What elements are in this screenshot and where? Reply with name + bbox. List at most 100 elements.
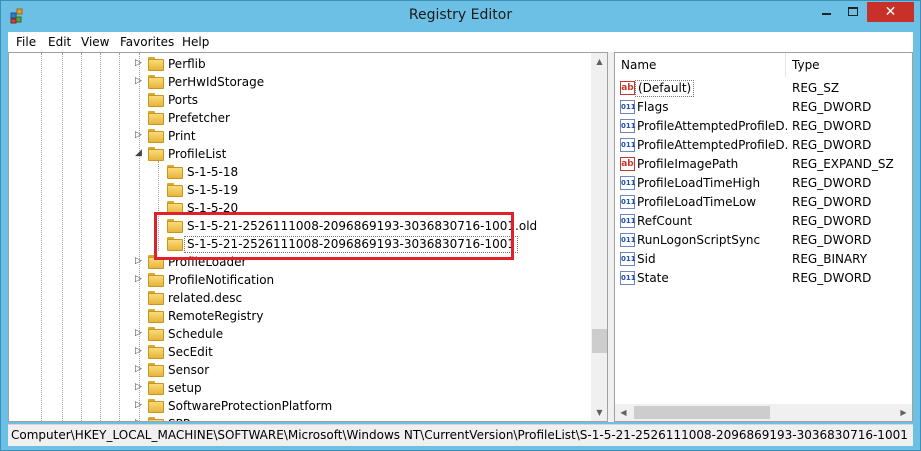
column-header-type[interactable]: Type [786,53,912,77]
tree-item[interactable]: ▷ SPP [9,415,591,422]
value-type: REG_SZ [792,81,840,95]
tree-item[interactable]: Ports [9,91,591,109]
expand-arrow-icon[interactable] [134,185,143,194]
menu-edit[interactable]: Edit [48,35,71,49]
tree-item[interactable]: ▷ Sensor [9,361,591,379]
expand-arrow-icon[interactable]: ▷ [134,383,143,392]
column-header-name[interactable]: Name [615,53,786,77]
value-row[interactable]: 011 RunLogonScriptSync REG_DWORD [615,231,912,250]
expand-arrow-icon[interactable] [134,221,143,230]
value-name[interactable]: ProfileAttemptedProfileD... [637,138,787,152]
expand-arrow-icon[interactable]: ▷ [134,365,143,374]
tree-item-label[interactable]: Perflib [168,57,206,71]
expand-arrow-icon[interactable] [134,239,143,248]
tree-item-label[interactable]: PerHwIdStorage [168,75,264,89]
value-name[interactable]: (Default) [635,80,695,97]
expand-arrow-icon[interactable] [134,203,143,212]
values-list-pane[interactable]: Name Type ab (Default) REG_SZ 011 Flags REG_D… [614,52,913,422]
expand-arrow-icon[interactable]: ▷ [134,347,143,356]
tree-item-label[interactable]: SecEdit [168,345,213,359]
value-row[interactable]: 011 Flags REG_DWORD [615,98,912,117]
tree-item-label[interactable]: ProfileNotification [168,273,274,287]
expand-arrow-icon[interactable] [134,95,143,104]
value-row[interactable]: 011 State REG_DWORD [615,269,912,288]
value-row[interactable]: 011 ProfileLoadTimeLow REG_DWORD [615,193,912,212]
expand-arrow-icon[interactable]: ▷ [134,275,143,284]
tree-item-label[interactable]: Schedule [168,327,223,341]
expand-arrow-icon[interactable] [134,167,143,176]
value-row[interactable]: ab (Default) REG_SZ [615,79,912,98]
collapse-arrow-icon[interactable]: ◢ [134,149,143,158]
expand-arrow-icon[interactable]: ▷ [134,131,143,140]
expand-arrow-icon[interactable]: ▷ [134,257,143,266]
scroll-right-icon[interactable]: ▶ [895,404,912,421]
tree-item-label[interactable]: SPP [168,417,190,421]
expand-arrow-icon[interactable]: ▷ [134,329,143,338]
value-row[interactable]: 011 Sid REG_BINARY [615,250,912,269]
tree-item[interactable]: ▷ PerHwIdStorage [9,73,591,91]
scroll-thumb[interactable] [634,406,770,419]
tree-item[interactable]: ▷ SoftwareProtectionPlatform [9,397,591,415]
value-name[interactable]: ProfileImagePath [637,157,787,171]
tree-item[interactable]: ▷ Schedule [9,325,591,343]
tree-item-label[interactable]: ProfileList [168,147,226,161]
value-name[interactable]: ProfileAttemptedProfileD... [637,119,787,133]
title-bar[interactable]: Registry Editor ✕ [1,1,920,32]
tree-item-label[interactable]: S-1-5-18 [187,165,238,179]
expand-arrow-icon[interactable]: ▷ [134,59,143,68]
scroll-down-icon[interactable]: ▼ [591,404,607,421]
value-name[interactable]: Flags [637,100,787,114]
tree-item[interactable]: Prefetcher [9,109,591,127]
menu-help[interactable]: Help [182,35,209,49]
tree-item[interactable]: ▷ ProfileNotification [9,271,591,289]
tree-item[interactable]: S-1-5-18 [9,163,591,181]
values-horizontal-scrollbar[interactable]: ◀ ▶ [615,404,912,421]
tree-item[interactable]: ▷ Print [9,127,591,145]
value-row[interactable]: 011 ProfileAttemptedProfileD... REG_DWORD [615,136,912,155]
tree-vertical-scrollbar[interactable]: ▲ ▼ [591,53,607,421]
maximize-button[interactable] [840,2,867,22]
tree-item-label[interactable]: S-1-5-19 [187,183,238,197]
menu-view[interactable]: View [81,35,109,49]
expand-arrow-icon[interactable]: ▷ [134,401,143,410]
scroll-up-icon[interactable]: ▲ [591,53,607,70]
tree-item-label[interactable]: setup [168,381,202,395]
tree-item-label[interactable]: RemoteRegistry [168,309,263,323]
tree-item-label[interactable]: Ports [168,93,198,107]
tree-item[interactable]: ▷ SecEdit [9,343,591,361]
expand-arrow-icon[interactable] [134,113,143,122]
tree-item-label[interactable]: SoftwareProtectionPlatform [168,399,332,413]
tree-item-label[interactable]: related.desc [168,291,242,305]
value-row[interactable]: 011 ProfileLoadTimeHigh REG_DWORD [615,174,912,193]
value-name[interactable]: ProfileLoadTimeLow [637,195,787,209]
menu-file[interactable]: File [16,35,36,49]
tree-item[interactable]: RemoteRegistry [9,307,591,325]
value-row[interactable]: 011 RefCount REG_DWORD [615,212,912,231]
close-button[interactable]: ✕ [867,2,914,22]
tree-item[interactable]: ▷ Perflib [9,55,591,73]
value-name[interactable]: RefCount [637,214,787,228]
expand-arrow-icon[interactable] [134,311,143,320]
scroll-thumb[interactable] [592,329,607,353]
value-name[interactable]: ProfileLoadTimeHigh [637,176,787,190]
tree-item[interactable]: related.desc [9,289,591,307]
value-name[interactable]: State [637,271,787,285]
value-name[interactable]: Sid [637,252,787,266]
expand-arrow-icon[interactable] [134,293,143,302]
expand-arrow-icon[interactable]: ▷ [134,419,143,422]
menu-favorites[interactable]: Favorites [120,35,174,49]
tree-item-label[interactable]: Prefetcher [168,111,230,125]
maximize-icon [848,7,858,16]
scroll-left-icon[interactable]: ◀ [615,404,632,421]
tree-item[interactable]: S-1-5-19 [9,181,591,199]
value-row[interactable]: 011 ProfileAttemptedProfileD... REG_DWORD [615,117,912,136]
value-name[interactable]: RunLogonScriptSync [637,233,787,247]
expand-arrow-icon[interactable]: ▷ [134,77,143,86]
tree-item-label[interactable]: Print [168,129,196,143]
minimize-button[interactable] [813,2,840,22]
key-tree-pane[interactable]: ▷ Perflib ▷ PerHwIdStorage Ports Prefetcher ▷ P… [8,52,608,422]
tree-item[interactable]: ◢ ProfileList [9,145,591,163]
tree-item[interactable]: ▷ setup [9,379,591,397]
tree-item-label[interactable]: Sensor [168,363,209,377]
value-row[interactable]: ab ProfileImagePath REG_EXPAND_SZ [615,155,912,174]
